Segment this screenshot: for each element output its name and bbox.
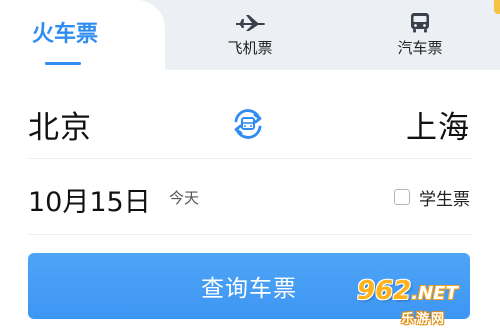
search-tickets-button[interactable]: 查询车票 [28,253,470,319]
date-selector: 10月15日 今天 学生票 [28,159,472,235]
bus-icon [403,12,437,34]
student-ticket-option[interactable]: 学生票 [394,185,470,210]
corner-accent [494,0,500,14]
tab-train-tickets[interactable]: 火车票 [20,0,110,70]
route-selector: 北京 上海 [28,88,472,159]
airplane-icon [233,12,267,34]
tab-bus-label: 汽车票 [397,39,443,57]
student-ticket-label: 学生票 [419,189,470,210]
swap-arrows-icon [234,109,262,139]
date-relative-tag: 今天 [169,189,200,207]
tab-bus-tickets[interactable]: 汽车票 [375,0,465,70]
arrival-city[interactable]: 上海 [406,102,470,147]
departure-date[interactable]: 10月15日 [28,180,151,219]
tab-train-label: 火车票 [31,22,98,47]
student-ticket-checkbox[interactable] [394,189,410,205]
ticket-search-card: 火车票 飞机票 汽车票 北京 上海 10月15日 今天 学生票 查询车票 962… [0,0,500,333]
tab-flight-tickets[interactable]: 飞机票 [205,0,295,70]
departure-city[interactable]: 北京 [28,102,92,147]
active-tab-indicator [45,62,81,65]
tab-flight-label: 飞机票 [227,39,273,57]
swap-cities-button[interactable] [228,104,268,144]
ticket-type-tabs: 火车票 飞机票 汽车票 [0,0,500,72]
